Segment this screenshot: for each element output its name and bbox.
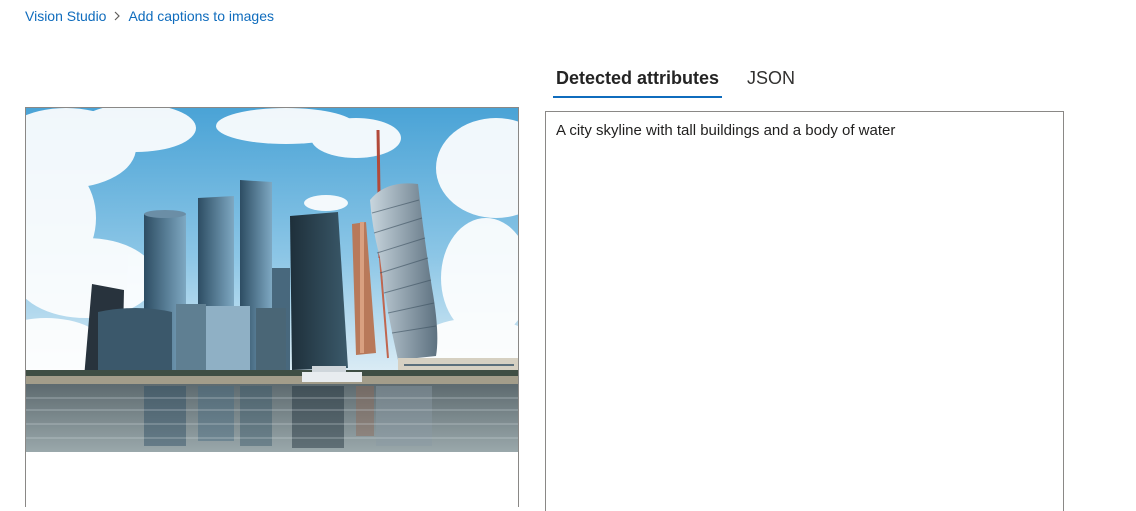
result-tabs: Detected attributes JSON: [553, 56, 798, 98]
chevron-right-icon: [106, 11, 128, 21]
breadcrumb-vision-studio-link[interactable]: Vision Studio: [25, 8, 106, 24]
detected-attributes-panel: A city skyline with tall buildings and a…: [545, 111, 1064, 511]
city-skyline-image: [26, 108, 518, 452]
breadcrumb: Vision Studio Add captions to images: [25, 8, 274, 24]
caption-text: A city skyline with tall buildings and a…: [556, 122, 896, 139]
image-preview-panel: [25, 107, 519, 507]
tab-detected-attributes[interactable]: Detected attributes: [553, 62, 723, 98]
breadcrumb-add-captions-link[interactable]: Add captions to images: [128, 8, 274, 24]
tab-json[interactable]: JSON: [744, 62, 798, 94]
